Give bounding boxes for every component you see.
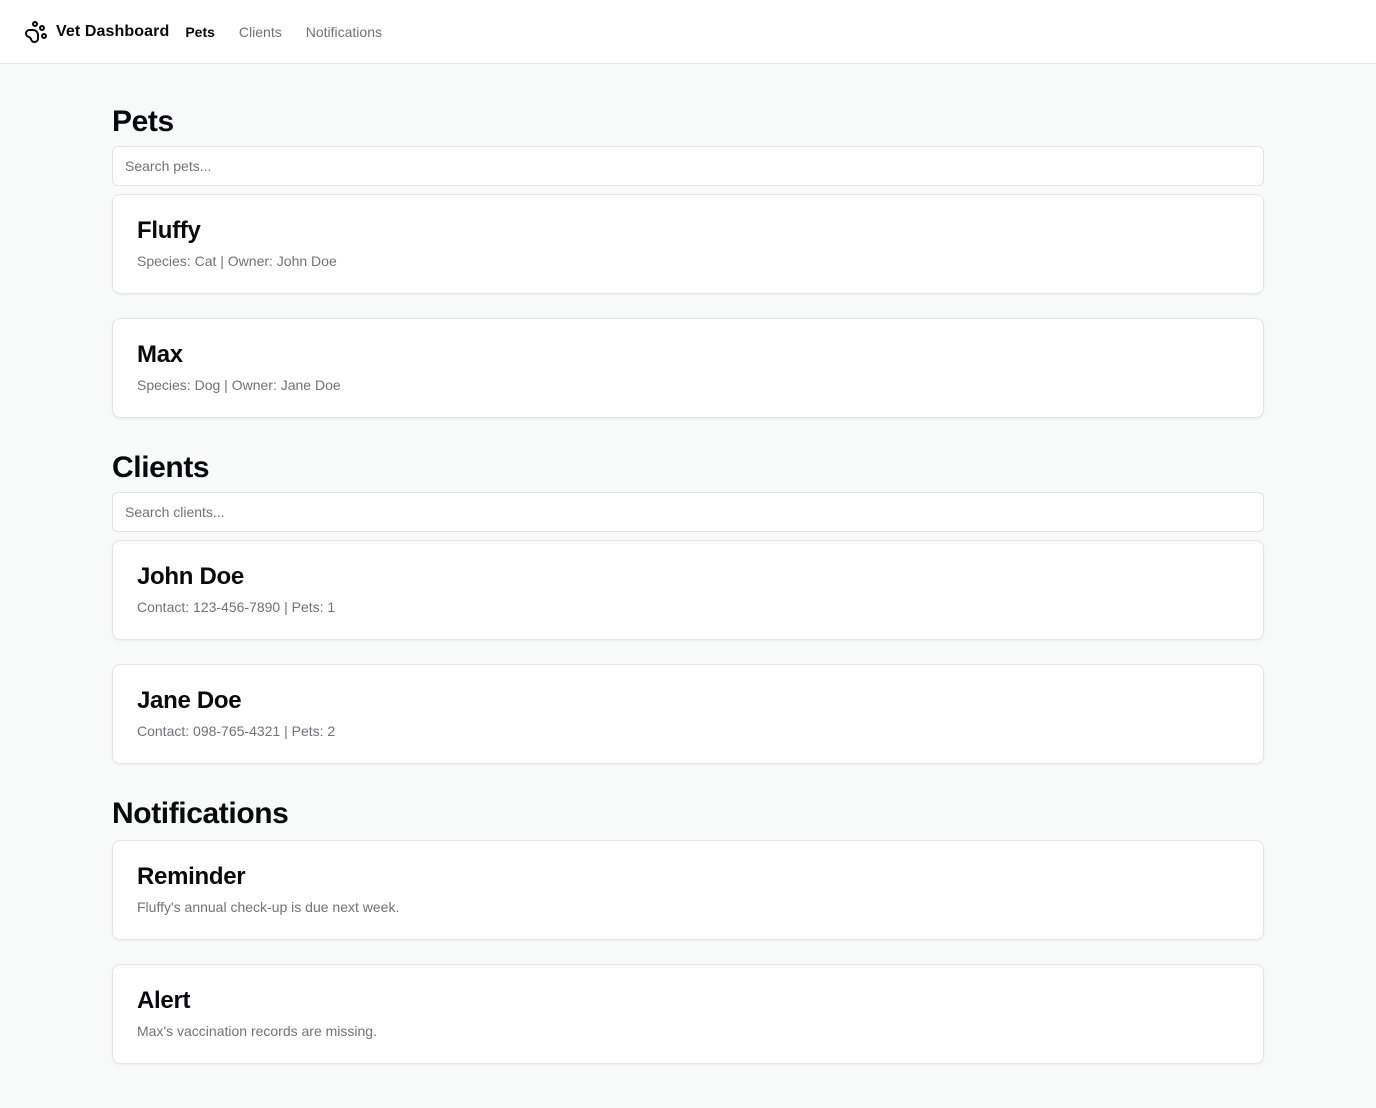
client-details: Contact: 123-456-7890 | Pets: 1	[137, 597, 1239, 617]
pet-details: Species: Cat | Owner: John Doe	[137, 251, 1239, 271]
main-nav: Pets Clients Notifications	[185, 24, 382, 40]
client-contact: Contact: 098-765-4321	[137, 723, 281, 739]
notification-title: Reminder	[137, 863, 246, 890]
section-title-notifications: Notifications	[112, 797, 289, 830]
separator: |	[224, 377, 228, 393]
pet-owner: Owner: John Doe	[227, 253, 337, 269]
brand-name: Vet Dashboard	[56, 22, 170, 40]
notification-message: Max's vaccination records are missing.	[137, 1023, 377, 1039]
pets-section: Pets Fluffy Species: Cat | Owner: John D…	[112, 64, 1264, 418]
client-name: John Doe	[137, 563, 244, 590]
notification-card[interactable]: Alert Max's vaccination records are miss…	[112, 964, 1264, 1064]
separator: |	[220, 253, 224, 269]
notifications-section: Notifications Reminder Fluffy's annual c…	[112, 764, 1264, 1064]
main-content: Pets Fluffy Species: Cat | Owner: John D…	[112, 64, 1264, 1064]
top-navbar: Vet Dashboard Pets Clients Notifications	[0, 0, 1376, 64]
client-pet-count: Pets: 2	[291, 723, 336, 739]
notification-title: Alert	[137, 987, 191, 1014]
pet-card[interactable]: Max Species: Dog | Owner: Jane Doe	[112, 318, 1264, 418]
client-contact: Contact: 123-456-7890	[137, 599, 281, 615]
pet-species: Species: Cat	[137, 253, 217, 269]
section-title-pets: Pets	[112, 105, 174, 138]
clients-section: Clients John Doe Contact: 123-456-7890 |…	[112, 418, 1264, 764]
pet-details: Species: Dog | Owner: Jane Doe	[137, 375, 1239, 395]
client-card[interactable]: John Doe Contact: 123-456-7890 | Pets: 1	[112, 540, 1264, 640]
pet-name: Max	[137, 341, 183, 368]
client-details: Contact: 098-765-4321 | Pets: 2	[137, 721, 1239, 741]
separator: |	[284, 599, 288, 615]
pet-name: Fluffy	[137, 217, 201, 244]
brand-link[interactable]: Vet Dashboard	[24, 20, 169, 44]
section-title-clients: Clients	[112, 451, 210, 484]
nav-link-clients[interactable]: Clients	[239, 24, 282, 40]
client-card[interactable]: Jane Doe Contact: 098-765-4321 | Pets: 2	[112, 664, 1264, 764]
pet-card[interactable]: Fluffy Species: Cat | Owner: John Doe	[112, 194, 1264, 294]
pet-owner: Owner: Jane Doe	[231, 377, 341, 393]
client-pet-count: Pets: 1	[291, 599, 336, 615]
pet-species: Species: Dog	[137, 377, 221, 393]
separator: |	[284, 723, 288, 739]
notification-card[interactable]: Reminder Fluffy's annual check-up is due…	[112, 840, 1264, 940]
search-clients-input[interactable]	[112, 492, 1264, 532]
client-name: Jane Doe	[137, 687, 242, 714]
search-pets-input[interactable]	[112, 146, 1264, 186]
notification-message: Fluffy's annual check-up is due next wee…	[137, 899, 400, 915]
nav-link-pets[interactable]: Pets	[185, 24, 215, 40]
nav-link-notifications[interactable]: Notifications	[306, 24, 382, 40]
paw-icon	[24, 20, 48, 44]
